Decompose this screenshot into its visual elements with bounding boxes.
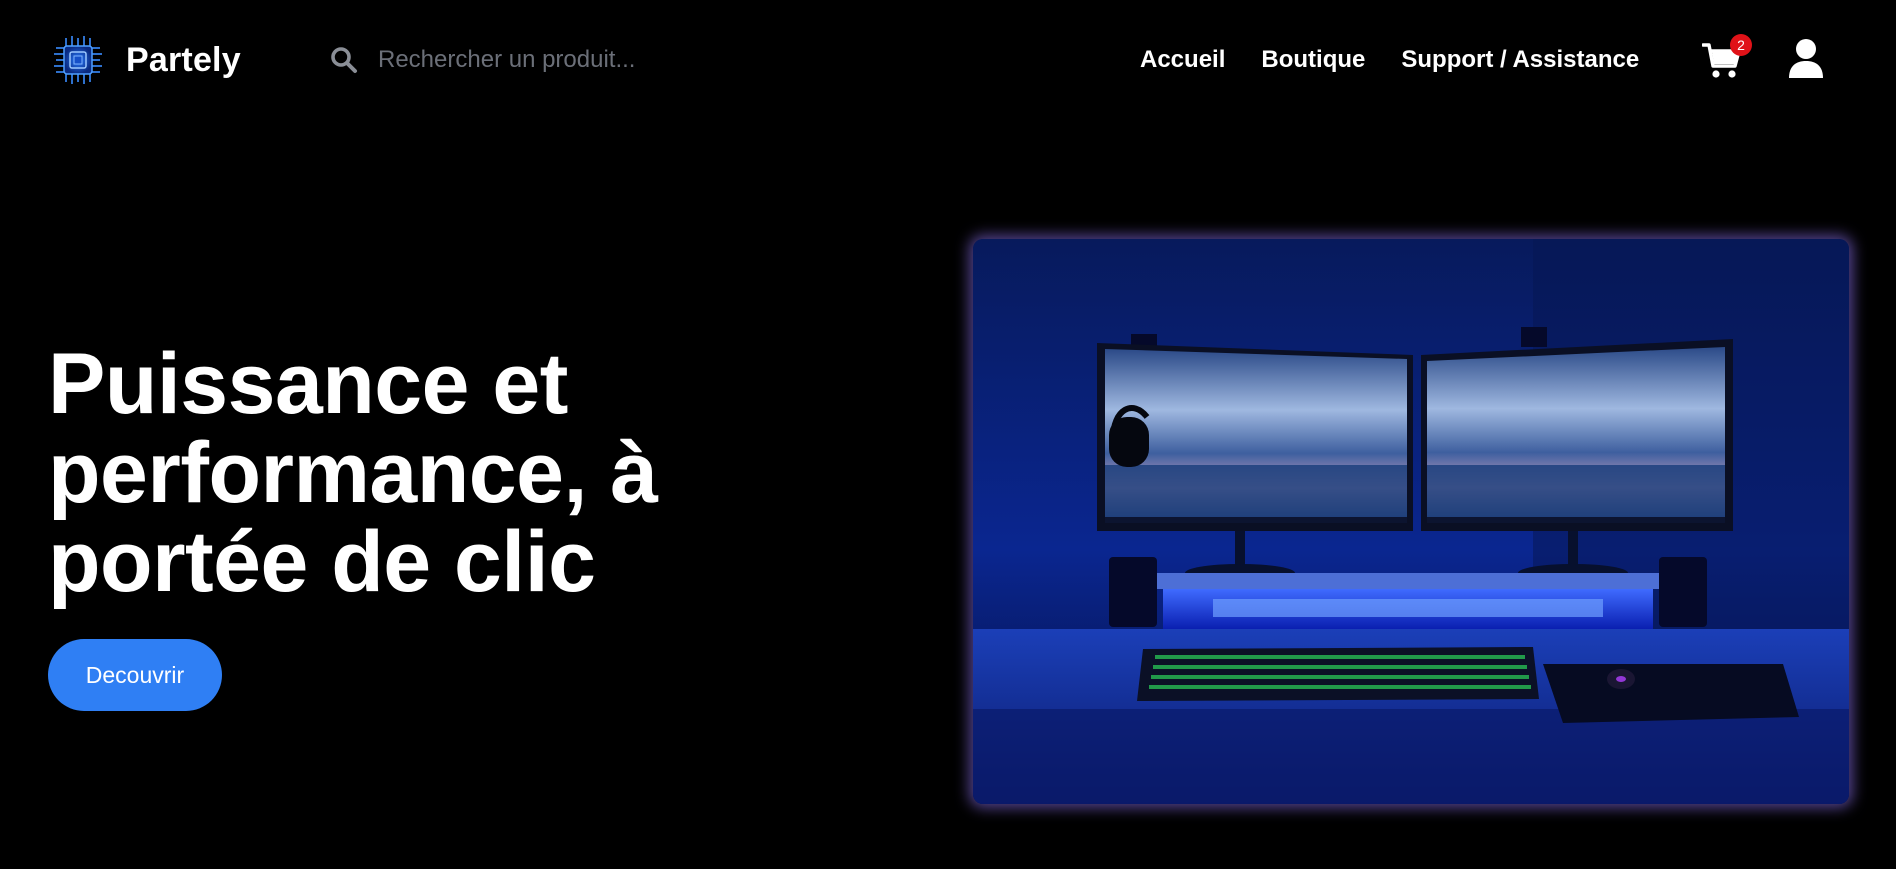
hero-title: Puissance et performance, à portée de cl… [48,336,658,610]
chip-logo-icon [54,36,102,84]
discover-button[interactable]: Decouvrir [48,639,222,711]
logo-link[interactable]: Partely [52,34,241,86]
cart-count-badge: 2 [1730,34,1752,56]
user-icon [1789,39,1823,78]
hero-image [973,239,1849,804]
search-input[interactable] [378,46,778,74]
gaming-setup-photo [973,239,1849,804]
nav-link-accueil[interactable]: Accueil [1140,46,1225,74]
brand-name: Partely [126,41,241,79]
search-icon[interactable] [330,46,358,74]
cart-button[interactable]: 2 [1702,34,1752,80]
search-bar [330,40,790,80]
nav-link-boutique[interactable]: Boutique [1261,46,1365,74]
nav-link-support[interactable]: Support / Assistance [1401,46,1639,74]
user-account-button[interactable] [1788,38,1824,80]
main-nav: Accueil Boutique Support / Assistance [1140,40,1675,80]
navbar: Partely Accueil Boutique Support / Assis… [0,0,1896,120]
